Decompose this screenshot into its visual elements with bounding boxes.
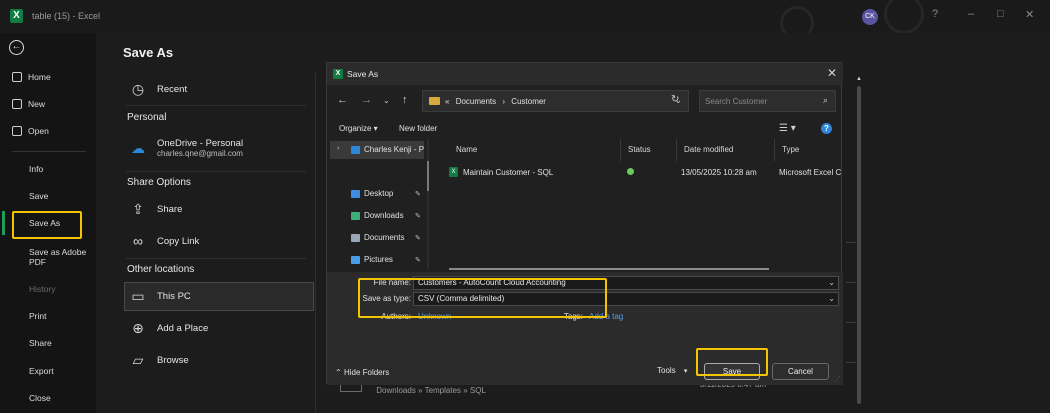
resize-grip-icon[interactable]: ⋰	[834, 375, 841, 383]
breadcrumb-customer[interactable]: Customer	[511, 97, 546, 106]
scroll-up-icon[interactable]: ▲	[856, 76, 862, 82]
column-type[interactable]: Type	[775, 139, 843, 161]
pin-icon: ✎	[415, 256, 421, 264]
help-icon[interactable]: ?	[932, 8, 938, 20]
minimize-button[interactable]: –	[968, 8, 974, 20]
sync-status-icon	[627, 168, 634, 175]
tree-item-desktop[interactable]: Desktop ✎	[351, 189, 421, 198]
back-arrow-icon[interactable]: ←	[337, 94, 348, 106]
column-name[interactable]: Name	[449, 139, 621, 161]
chevron-down-icon: ▾	[683, 368, 688, 375]
tree-item-onedrive[interactable]: Charles Kenji - P	[351, 145, 424, 154]
nav-save[interactable]: Save	[29, 188, 48, 204]
nav-open[interactable]: Open	[12, 123, 49, 139]
new-folder-button[interactable]: New folder	[399, 124, 437, 133]
nav-export[interactable]: Export	[29, 363, 54, 379]
forward-arrow-icon[interactable]: →	[361, 94, 372, 106]
scrollbar-thumb[interactable]	[857, 86, 861, 404]
pin-icon: ✎	[415, 190, 421, 198]
column-status[interactable]: Status	[621, 139, 677, 161]
desktop-icon	[351, 189, 360, 198]
excel-logo-icon: X	[10, 9, 23, 23]
cancel-button[interactable]: Cancel	[772, 363, 829, 380]
breadcrumb: « Documents › Customer	[445, 97, 546, 106]
command-bar: Organize ▾ New folder ☰ ▾ ?	[327, 119, 843, 139]
chevron-up-icon: ⌃	[335, 368, 342, 377]
nav-history: History	[29, 284, 56, 294]
excel-file-icon: X	[449, 167, 458, 177]
nav-save-as-adobe-pdf[interactable]: Save as Adobe PDF	[29, 245, 89, 269]
highlight-file-name-and-type	[358, 278, 607, 318]
nav-print[interactable]: Print	[29, 308, 46, 324]
cloud-icon	[351, 145, 360, 154]
navigation-pane: › Charles Kenji - P Desktop ✎ Downloads …	[327, 139, 427, 269]
column-date-modified[interactable]: Date modified	[677, 139, 775, 161]
view-options-icon[interactable]: ☰ ▾	[779, 123, 796, 134]
new-file-icon	[12, 99, 22, 109]
window-title: table (15) - Excel	[32, 11, 101, 21]
tools-button[interactable]: Tools ▾	[657, 366, 687, 375]
save-as-dialog: X Save As ✕ ← → ⌄ ↑ « Documents › Custom…	[326, 62, 843, 385]
nav-share[interactable]: Share	[29, 335, 52, 351]
page-title: Save As	[123, 45, 174, 60]
active-indicator	[2, 211, 5, 235]
dialog-title-bar: X Save As ✕	[327, 63, 843, 85]
nav-divider	[12, 151, 86, 152]
hide-folders-button[interactable]: ⌃ Hide Folders	[335, 368, 389, 377]
table-row[interactable]: X Maintain Customer - SQL 13/05/2025 10:…	[429, 163, 843, 181]
document-icon	[351, 233, 360, 242]
excel-icon: X	[333, 69, 343, 79]
search-input[interactable]: Search Customer ⌕	[699, 90, 836, 112]
search-icon: ⌕	[822, 95, 828, 105]
picture-icon	[351, 255, 360, 264]
nav-close[interactable]: Close	[29, 390, 51, 406]
decorative-ring	[884, 0, 924, 34]
tree-item-downloads[interactable]: Downloads ✎	[351, 211, 421, 220]
title-bar: X table (15) - Excel CK ? – □ ✕	[0, 0, 1050, 40]
pin-icon: ✎	[415, 234, 421, 242]
folder-open-icon	[12, 126, 22, 136]
highlight-save-button	[696, 348, 768, 376]
refresh-icon[interactable]: ↻	[671, 94, 679, 105]
breadcrumb-documents[interactable]: Documents	[456, 97, 496, 106]
tree-item-pictures[interactable]: Pictures ✎	[351, 255, 421, 264]
home-icon	[12, 72, 22, 82]
highlight-save-as	[12, 211, 82, 239]
download-icon	[351, 211, 360, 220]
nav-info[interactable]: Info	[29, 161, 43, 177]
back-arrow-icon[interactable]: ←	[9, 40, 24, 55]
dialog-title: Save As	[347, 69, 379, 79]
nav-home[interactable]: Home	[12, 69, 51, 85]
chevron-right-icon[interactable]: ›	[337, 145, 339, 152]
pin-icon: ✎	[415, 212, 421, 220]
file-list-header: Name Status Date modified Type	[429, 139, 843, 161]
chevron-down-icon[interactable]: ⌄	[828, 293, 835, 305]
nav-new[interactable]: New	[12, 96, 45, 112]
panel-scrollbar[interactable]: ▲	[856, 76, 862, 413]
address-bar[interactable]: « Documents › Customer ⌄	[422, 90, 689, 112]
horizontal-scrollbar[interactable]	[449, 268, 769, 270]
chevron-down-icon[interactable]: ⌄	[828, 277, 835, 289]
folder-icon	[429, 97, 440, 105]
up-arrow-icon[interactable]: ↑	[402, 94, 408, 106]
chevron-down-icon[interactable]: ⌄	[383, 96, 390, 105]
locations-column	[116, 73, 316, 413]
close-button[interactable]: ✕	[1025, 8, 1034, 21]
maximize-button[interactable]: □	[997, 8, 1004, 20]
tree-item-documents[interactable]: Documents ✎	[351, 233, 421, 242]
dialog-nav-bar: ← → ⌄ ↑ « Documents › Customer ⌄ ↻ Searc…	[327, 85, 843, 117]
user-avatar[interactable]: CK	[862, 9, 878, 25]
help-icon[interactable]: ?	[821, 123, 832, 134]
dialog-close-button[interactable]: ✕	[827, 66, 837, 80]
organize-button[interactable]: Organize ▾	[339, 124, 378, 133]
